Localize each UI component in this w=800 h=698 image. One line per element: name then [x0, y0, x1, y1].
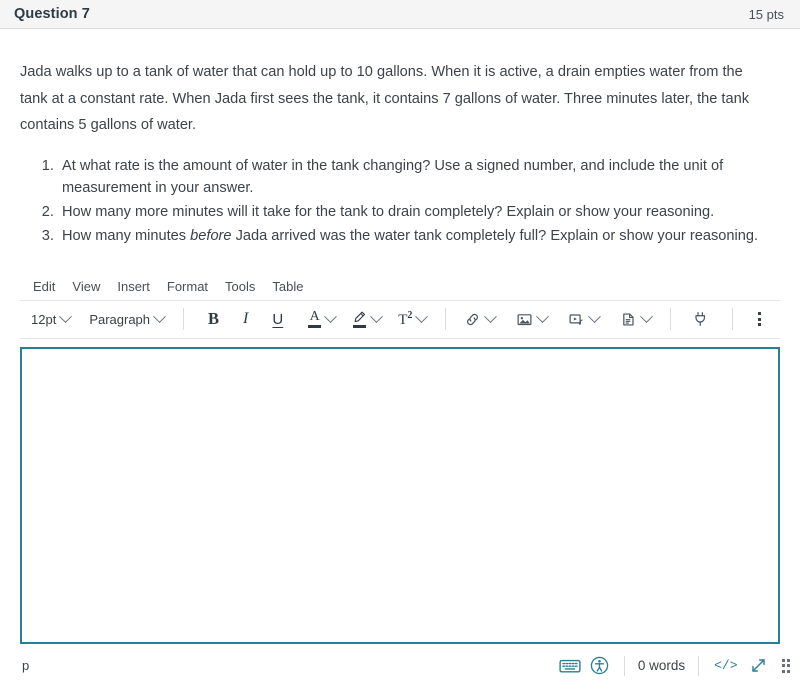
- menu-item-tools[interactable]: Tools: [217, 276, 263, 297]
- bold-icon: B: [208, 309, 220, 328]
- grip-dot: [781, 669, 785, 673]
- document-icon: [623, 312, 634, 326]
- statusbar-separator: [698, 655, 700, 676]
- answer-text-area[interactable]: [20, 346, 780, 644]
- keyboard-icon: [559, 659, 581, 672]
- grip-dot: [787, 664, 790, 667]
- menu-item-edit[interactable]: Edit: [25, 276, 63, 297]
- grip-dot: [787, 669, 790, 673]
- chevron-down-icon: [588, 309, 602, 323]
- list-item: How many minutes before Jada arrived was…: [58, 225, 780, 248]
- grip-dot: [781, 664, 785, 667]
- kebab-dot: [758, 323, 762, 326]
- superscript-subscript-button[interactable]: T2: [393, 306, 431, 332]
- kebab-dot: [758, 317, 762, 321]
- highlight-color-swatch: [353, 324, 367, 328]
- highlighter-pen-glyph: [354, 311, 366, 322]
- sub-question-text: How many more minutes will it take for t…: [62, 204, 715, 220]
- insert-link-button[interactable]: [459, 306, 500, 332]
- insert-document-button[interactable]: [615, 306, 656, 332]
- text-color-button[interactable]: A: [303, 306, 340, 332]
- underline-icon: U: [272, 310, 284, 328]
- editor-menubar: Edit View Insert Format Tools Table: [20, 274, 780, 301]
- chevron-down-icon: [415, 309, 429, 323]
- editor-toolbar: 12pt Paragraph B I U A T2: [20, 301, 780, 339]
- editor-statusbar: p 0 words </>: [0, 648, 800, 684]
- html-editor-button[interactable]: </>: [708, 658, 743, 673]
- question-points: 15 pts: [748, 6, 784, 22]
- link-icon: [467, 313, 479, 325]
- more-options-button[interactable]: [750, 306, 769, 332]
- word-count[interactable]: 0 words: [634, 658, 689, 673]
- toolbar-separator: [732, 308, 734, 330]
- superscript-icon: T2: [398, 310, 412, 329]
- underline-button[interactable]: U: [263, 306, 292, 332]
- fullscreen-icon: [752, 659, 765, 672]
- italic-icon: I: [243, 310, 249, 327]
- toolbar-separator: [445, 308, 447, 330]
- sub-question-text-cont: Jada arrived was the water tank complete…: [231, 228, 758, 244]
- chevron-down-icon: [640, 309, 654, 323]
- statusbar-right-group: 0 words </>: [555, 653, 792, 679]
- sub-question-text: How many minutes: [62, 228, 191, 244]
- kebab-dot: [758, 312, 762, 315]
- media-icon: [569, 313, 583, 325]
- toolbar-separator: [670, 308, 672, 330]
- block-format-value: Paragraph: [89, 311, 151, 327]
- superscript-base: T: [398, 311, 408, 328]
- question-body: Jada walks up to a tank of water that ca…: [0, 29, 800, 248]
- menu-item-table[interactable]: Table: [264, 276, 311, 297]
- list-item: At what rate is the amount of water in t…: [58, 155, 780, 200]
- insert-media-button[interactable]: [563, 306, 604, 332]
- highlight-color-button[interactable]: [347, 306, 386, 332]
- chevron-down-icon: [484, 309, 498, 323]
- grip-dot: [781, 658, 785, 662]
- bold-button[interactable]: B: [199, 306, 228, 332]
- image-icon: [517, 313, 532, 325]
- menu-item-view[interactable]: View: [64, 276, 108, 297]
- element-path[interactable]: p: [22, 658, 29, 673]
- sub-question-text: At what rate is the amount of water in t…: [62, 157, 724, 197]
- grip-dot: [787, 658, 790, 662]
- resize-grip-icon[interactable]: [781, 658, 790, 673]
- font-size-value: 12pt: [31, 311, 57, 327]
- statusbar-separator: [623, 655, 625, 676]
- highlighter-icon: [352, 311, 367, 328]
- question-header: Question 7 15 pts: [0, 0, 800, 29]
- list-item: How many more minutes will it take for t…: [58, 201, 780, 224]
- accessibility-icon: [591, 656, 609, 675]
- text-color-glyph: A: [309, 309, 320, 324]
- question-prompt: Jada walks up to a tank of water that ca…: [20, 64, 750, 133]
- chevron-down-icon: [59, 309, 73, 323]
- superscript-exponent: 2: [407, 309, 413, 321]
- italic-button[interactable]: I: [234, 306, 257, 332]
- apps-plug-icon: [695, 312, 706, 326]
- menu-item-format[interactable]: Format: [159, 276, 216, 297]
- chevron-down-icon: [536, 309, 550, 323]
- chevron-down-icon: [153, 309, 166, 323]
- block-format-dropdown[interactable]: Paragraph: [84, 306, 169, 332]
- accessibility-checker-button[interactable]: [585, 653, 615, 679]
- more-options-icon: [758, 312, 762, 326]
- chevron-down-icon: [370, 309, 384, 323]
- insert-image-button[interactable]: [511, 306, 552, 332]
- apps-button[interactable]: [684, 306, 717, 332]
- menu-item-insert[interactable]: Insert: [109, 276, 158, 297]
- fullscreen-button[interactable]: [744, 653, 774, 679]
- rich-content-editor: Edit View Insert Format Tools Table 12pt…: [0, 274, 800, 644]
- text-color-swatch: [308, 325, 322, 328]
- font-size-dropdown[interactable]: 12pt: [26, 306, 75, 332]
- chevron-down-icon: [324, 309, 338, 323]
- sub-question-emphasis: before: [190, 228, 232, 244]
- keyboard-shortcuts-button[interactable]: [555, 653, 585, 679]
- text-color-icon: A: [308, 309, 322, 328]
- toolbar-separator: [183, 308, 185, 330]
- page-title: Question 7: [14, 6, 90, 22]
- question-sub-questions: At what rate is the amount of water in t…: [20, 155, 780, 248]
